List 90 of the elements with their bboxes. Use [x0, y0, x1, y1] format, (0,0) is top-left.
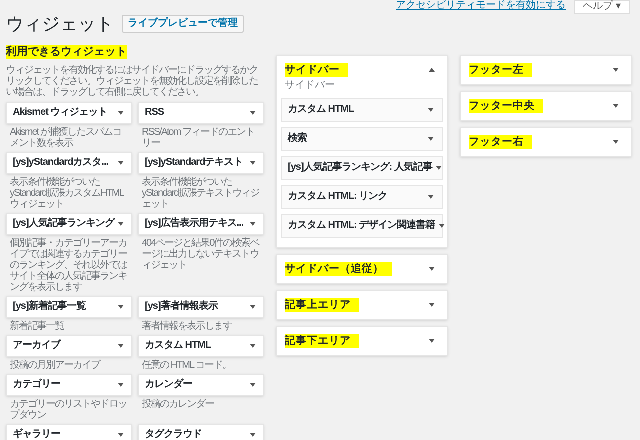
widget-title: [ys]yStandardカスタ... [13, 157, 109, 169]
widget-card[interactable]: [ys]著者情報表示 [138, 296, 264, 318]
widget-card[interactable]: アーカイブ [6, 335, 132, 357]
caret-icon[interactable] [118, 111, 124, 115]
area-title[interactable]: サイドバー（追従） [285, 262, 392, 276]
caret-icon[interactable] [118, 433, 124, 437]
caret-icon[interactable] [429, 339, 435, 343]
widget-card[interactable]: [ys]人気記事ランキング [6, 213, 132, 235]
widget-description: 投稿の月別アーカイブ [9, 358, 102, 373]
widget-card[interactable]: Akismet ウィジェット [6, 102, 132, 124]
caret-icon[interactable] [439, 224, 446, 228]
widget-title: [ys]人気記事ランキング: 人気記事 [288, 162, 432, 174]
widget-title: [ys]yStandardテキスト [145, 157, 244, 169]
widget-title: カテゴリー [13, 379, 60, 391]
section-description: ウィジェットを有効化するにはサイドバーにドラッグするかクリックしてください。ウィジェットを無効化し設定を削除したい場合は、ドラッグして右側に戻してください。 [6, 65, 259, 98]
area-title[interactable]: 記事下エリア [285, 334, 359, 348]
widget-card[interactable]: [ys]yStandardテキスト [138, 152, 264, 174]
area-title[interactable]: フッター左 [469, 63, 532, 77]
caret-icon[interactable] [429, 68, 435, 72]
widget-title: Akismet ウィジェット [13, 107, 108, 119]
caret-icon[interactable] [613, 140, 619, 144]
widget-title: カスタム HTML [288, 104, 354, 116]
widget-description: 投稿のカレンダー [141, 398, 216, 412]
widget-card[interactable]: カスタム HTML: デザイン関連書籍 [281, 214, 443, 238]
widget-title: RSS [145, 107, 164, 119]
widget-card[interactable]: [ys]広告表示用テキス... [138, 213, 264, 235]
caret-icon[interactable] [118, 383, 124, 387]
area-title[interactable]: サイドバー [285, 63, 348, 77]
widget-card[interactable]: タグクラウド [138, 424, 264, 440]
widget-card[interactable]: [ys]yStandardカスタ... [6, 152, 132, 174]
caret-icon[interactable] [250, 383, 256, 387]
caret-icon[interactable] [428, 137, 434, 141]
widget-title: [ys]広告表示用テキス... [145, 218, 244, 230]
widget-title: アーカイブ [13, 340, 60, 352]
manage-button[interactable]: ライブプレビューで管理 [122, 15, 244, 33]
widget-card[interactable]: RSS [138, 102, 264, 124]
widget-title: [ys]人気記事ランキング [13, 218, 114, 230]
caret-icon[interactable] [613, 68, 619, 72]
caret-icon[interactable] [118, 305, 124, 309]
widget-card[interactable]: 検索 [281, 127, 443, 151]
widget-description: RSS/Atom フィードのエントリー [141, 126, 256, 151]
widget-card[interactable]: [ys]新着記事一覧 [6, 296, 132, 318]
caret-icon[interactable] [250, 344, 256, 348]
widget-card[interactable]: [ys]人気記事ランキング: 人気記事 [281, 156, 443, 180]
widget-description: 任意の HTML コード。 [141, 358, 232, 373]
widget-description: 個別記事・カテゴリーアーカイブでは関連するカテゴリーのランキング、それ以外ではサイト全体の人気記事ランキングを表示します [9, 236, 128, 295]
caret-icon[interactable] [428, 108, 434, 112]
widget-card[interactable]: カスタム HTML [138, 335, 264, 357]
area-description: サイドバー [284, 80, 336, 92]
widget-title: カスタム HTML: デザイン関連書籍 [288, 220, 436, 232]
area-title[interactable]: 記事上エリア [285, 298, 359, 312]
widget-description: 表示条件機能がついたyStandard拡張テキストウィジェット [141, 176, 261, 212]
widget-description: 新着記事一覧 [9, 320, 66, 334]
accessibility-link[interactable]: アクセシビリティモードを有効にする [396, 0, 566, 12]
area-title[interactable]: フッター右 [469, 135, 532, 149]
widget-description: 著者情報を表示します [141, 320, 234, 334]
caret-icon[interactable] [250, 111, 256, 115]
widget-title: 検索 [288, 133, 307, 145]
widget-title: カスタム HTML: リンク [288, 191, 388, 203]
widget-card[interactable]: ギャラリー [6, 424, 132, 440]
caret-icon[interactable] [250, 161, 256, 165]
caret-icon[interactable] [250, 433, 256, 437]
caret-icon[interactable] [428, 195, 434, 199]
widget-description: Akismet が捕獲したスパムコメント数を表示 [9, 126, 122, 151]
widget-title: ギャラリー [13, 429, 60, 440]
widget-card[interactable]: カレンダー [138, 374, 264, 396]
widget-title: カスタム HTML [145, 340, 212, 352]
widget-description: カテゴリーのリストやドロップダウン [9, 398, 128, 423]
widget-description: 表示条件機能がついたyStandard拡張カスタムHTMLウィジェット [9, 176, 126, 212]
widget-card[interactable]: カスタム HTML [281, 98, 443, 122]
caret-icon[interactable] [613, 104, 619, 108]
caret-icon[interactable] [118, 344, 124, 348]
caret-icon[interactable] [118, 222, 124, 226]
caret-icon[interactable] [429, 303, 435, 307]
caret-icon[interactable] [436, 166, 442, 170]
widget-title: カレンダー [145, 379, 192, 391]
widget-title: タグクラウド [145, 429, 202, 440]
widget-card[interactable]: カテゴリー [6, 374, 132, 396]
caret-icon[interactable] [118, 161, 124, 165]
widget-title: [ys]著者情報表示 [145, 301, 218, 313]
widget-description: 404ページと結果0件の検索ページに出力しないテキストウィジェット [141, 236, 261, 273]
caret-icon[interactable] [250, 305, 256, 309]
section-heading: 利用できるウィジェット [6, 45, 127, 59]
widget-title: [ys]新着記事一覧 [13, 301, 86, 313]
area-title[interactable]: フッター中央 [469, 99, 543, 113]
caret-icon[interactable] [250, 222, 256, 226]
widget-card[interactable]: カスタム HTML: リンク [281, 185, 443, 209]
page-title: ウィジェット [6, 13, 114, 35]
caret-icon[interactable] [429, 267, 435, 271]
help-button[interactable]: ヘルプ ▾ [574, 0, 630, 14]
